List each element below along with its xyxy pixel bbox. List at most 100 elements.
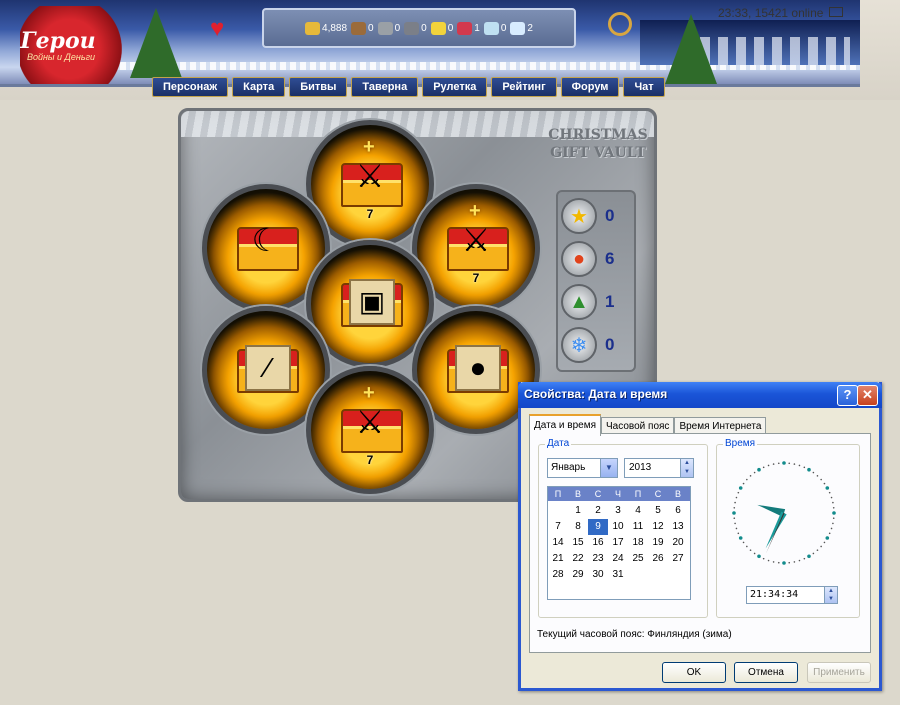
calendar-day[interactable]: 28 <box>548 567 568 583</box>
calendar-day[interactable]: 23 <box>588 551 608 567</box>
clock-tick <box>832 501 834 504</box>
clock-tick <box>735 496 738 499</box>
calendar-day[interactable]: 21 <box>548 551 568 567</box>
clock-tick <box>732 511 736 515</box>
resource-item: 0 <box>351 21 374 35</box>
crossed-swords-icon: ⚔ <box>355 404 385 440</box>
month-select[interactable]: Январь ▼ <box>547 458 618 478</box>
calendar-day[interactable]: 22 <box>568 551 588 567</box>
vault-title: CHRISTMAS GIFT VAULT <box>548 127 648 161</box>
spin-down-icon[interactable]: ▼ <box>681 468 693 477</box>
help-button[interactable]: ? <box>837 385 858 406</box>
clock-tick <box>737 532 740 535</box>
calendar-day[interactable]: 13 <box>668 519 688 535</box>
weekday-label: П <box>554 489 562 499</box>
time-spinner[interactable]: ▲ ▼ <box>824 586 838 604</box>
nav-item[interactable]: Битвы <box>289 77 348 97</box>
gift-slot-bottom[interactable]: + ⚔ 7 <box>306 366 434 494</box>
calendar-day[interactable]: 26 <box>648 551 668 567</box>
calendar-day[interactable]: 24 <box>608 551 628 567</box>
nav-item[interactable]: Чат <box>623 77 665 97</box>
resource-item: 1 <box>457 21 480 35</box>
calendar-day[interactable]: 18 <box>628 535 648 551</box>
clock-tick <box>753 471 756 474</box>
ok-button[interactable]: OK <box>662 662 726 683</box>
clock-tick <box>767 464 770 467</box>
clock-tick <box>733 506 736 509</box>
year-spinner[interactable]: ▲ ▼ <box>680 458 694 478</box>
nav-item[interactable]: Рейтинг <box>491 77 557 97</box>
apply-button[interactable]: Применить <box>807 662 871 683</box>
clock-tick <box>832 522 834 525</box>
calendar-day[interactable]: 19 <box>648 535 668 551</box>
calendar-day[interactable]: 25 <box>628 551 648 567</box>
calendar-day[interactable]: 17 <box>608 535 628 551</box>
calendar-day[interactable]: 3 <box>608 503 628 519</box>
calendar-day[interactable]: 16 <box>588 535 608 551</box>
calendar-day[interactable]: 15 <box>568 535 588 551</box>
month-value: Январь <box>551 462 586 473</box>
calendar-day[interactable]: 8 <box>568 519 588 535</box>
calendar-day[interactable]: 20 <box>668 535 688 551</box>
calendar-day[interactable]: 10 <box>608 519 628 535</box>
counter-value: 0 <box>605 206 615 225</box>
cancel-button[interactable]: Отмена <box>734 662 798 683</box>
date-time-dialog: Свойства: Дата и время ? ✕ Дата и время … <box>518 382 882 691</box>
calendar-day[interactable]: 6 <box>668 503 688 519</box>
scimitar-icon: ☾ <box>251 222 281 258</box>
calendar-day[interactable]: 31 <box>608 567 628 583</box>
spin-down-icon[interactable]: ▼ <box>825 595 837 603</box>
vault-counter: ★ 0 <box>558 196 634 236</box>
weekday-label: П <box>634 489 642 499</box>
nav-item[interactable]: Таверна <box>351 77 419 97</box>
year-field[interactable]: 2013 <box>624 458 686 478</box>
slot-count: 7 <box>472 271 480 285</box>
vault-counter: ● 6 <box>558 239 634 279</box>
resource-value: 4,888 <box>322 22 348 34</box>
calendar-day[interactable]: 5 <box>648 503 668 519</box>
calendar-day[interactable]: 1 <box>568 503 588 519</box>
clock-tick <box>807 554 811 559</box>
calendar-day[interactable]: 30 <box>588 567 608 583</box>
calendar-day[interactable]: 29 <box>568 567 588 583</box>
nav-item[interactable]: Карта <box>232 77 286 97</box>
christmas-tree-icon <box>665 14 717 84</box>
resource-item: 0 <box>404 21 427 35</box>
clock-tick <box>820 478 822 481</box>
counter-value: 1 <box>605 292 615 311</box>
calendar-day[interactable]: 7 <box>548 519 568 535</box>
tab-date-time[interactable]: Дата и время <box>529 414 602 436</box>
dialog-titlebar[interactable]: Свойства: Дата и время ? ✕ <box>518 382 882 408</box>
calendar-day[interactable]: 2 <box>588 503 608 519</box>
calendar-day[interactable]: 12 <box>648 519 668 535</box>
clock-tick <box>772 561 775 563</box>
weekday-label: В <box>574 489 581 499</box>
calendar-day[interactable]: 14 <box>548 535 568 551</box>
calendar-day[interactable]: 27 <box>668 551 688 567</box>
clock-tick <box>742 541 745 544</box>
calendar-day[interactable]: 11 <box>628 519 648 535</box>
counter-value: 6 <box>605 249 615 268</box>
heart-icon[interactable]: ♥ <box>210 17 224 41</box>
resource-item: 0 <box>377 21 400 35</box>
close-button[interactable]: ✕ <box>857 385 878 406</box>
chevron-down-icon[interactable]: ▼ <box>600 459 617 477</box>
resource-item: 0 <box>483 21 506 35</box>
clock-tick <box>793 561 796 563</box>
clock-tick <box>757 554 761 559</box>
calendar-day[interactable]: 9 <box>588 519 608 535</box>
nav-item[interactable]: Рулетка <box>422 77 488 97</box>
clock-tick <box>825 536 830 540</box>
spin-up-icon[interactable]: ▲ <box>825 587 837 595</box>
time-field[interactable]: 21:34:34 <box>746 586 827 604</box>
calendar-day[interactable]: 4 <box>628 503 648 519</box>
calendar-empty-cell <box>548 503 568 519</box>
second-hand <box>766 512 785 554</box>
slot-count: 7 <box>366 207 374 221</box>
ring-icon[interactable] <box>608 12 632 36</box>
nav-item[interactable]: Форум <box>560 77 620 97</box>
clock-tick <box>749 475 752 477</box>
spin-up-icon[interactable]: ▲ <box>681 459 693 468</box>
mail-icon[interactable] <box>828 7 843 17</box>
nav-item[interactable]: Персонаж <box>152 77 229 97</box>
